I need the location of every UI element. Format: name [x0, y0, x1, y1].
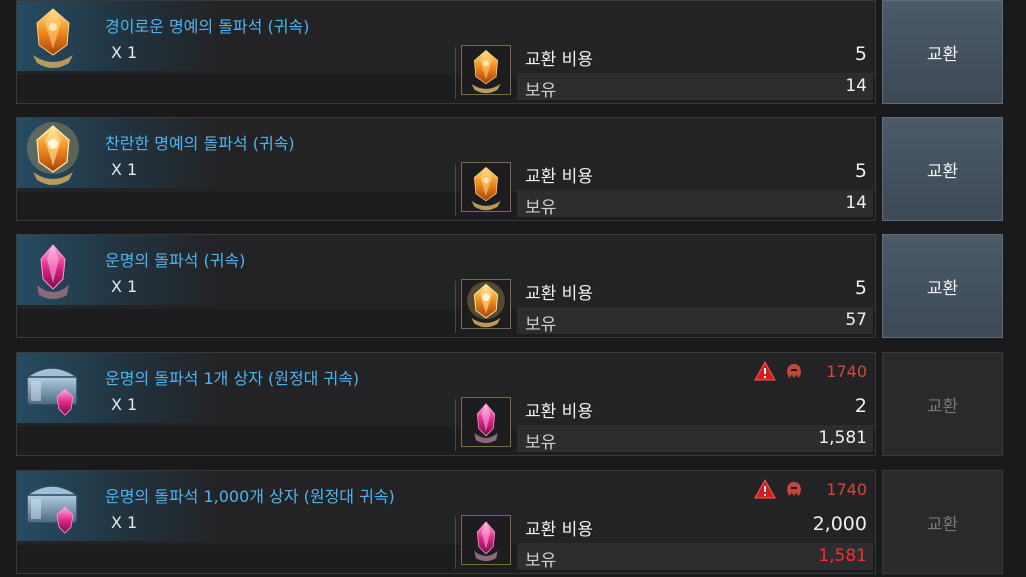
requirement: 1740 — [754, 479, 867, 499]
item-level-requirement: 1740 — [826, 479, 867, 499]
item-quantity: X 1 — [111, 277, 138, 296]
cost-label: 교환 비용 — [525, 402, 593, 422]
item-quantity: X 1 — [111, 513, 138, 532]
exchange-button[interactable]: 교환 — [882, 352, 1003, 456]
item-level-requirement: 1740 — [826, 361, 867, 381]
owned-label: 보유 — [525, 551, 557, 571]
divider — [455, 281, 456, 333]
chest-destiny-stone-icon — [23, 473, 83, 539]
item-name: 운명의 돌파석 1개 상자 (원정대 귀속) — [105, 369, 360, 388]
cost-value: 5 — [854, 277, 867, 299]
cost-value: 5 — [854, 160, 867, 182]
radiant-honor-stone-icon — [23, 120, 83, 186]
exchange-row: 운명의 돌파석 (귀속) X 1 교환 비용 5 보유 57 — [16, 234, 876, 338]
cost-value: 2 — [854, 395, 867, 417]
radiant-honor-stone-icon — [462, 280, 510, 328]
item-name: 운명의 돌파석 (귀속) — [105, 251, 246, 270]
owned-value: 1,581 — [818, 428, 867, 448]
owned-value: 14 — [845, 193, 867, 213]
helmet-icon — [787, 482, 802, 496]
helmet-icon — [787, 364, 802, 378]
owned-value: 1,581 — [818, 546, 867, 566]
chest-destiny-stone-icon — [23, 355, 83, 421]
owned-label: 보유 — [525, 315, 557, 335]
owned-band — [517, 307, 873, 334]
owned-band — [517, 73, 873, 100]
divider — [455, 399, 456, 451]
cost-value: 5 — [854, 43, 867, 65]
exchange-row: 경이로운 명예의 돌파석 (귀속) X 1 교환 비용 5 보유 14 — [16, 0, 876, 104]
item-quantity: X 1 — [111, 395, 138, 414]
owned-label: 보유 — [525, 433, 557, 453]
cost-label: 교환 비용 — [525, 167, 593, 187]
item-quantity: X 1 — [111, 160, 138, 179]
warning-icon — [754, 479, 777, 499]
owned-value: 57 — [845, 310, 867, 330]
owned-label: 보유 — [525, 81, 557, 101]
warning-icon — [754, 361, 777, 381]
cost-label: 교환 비용 — [525, 520, 593, 540]
exchange-button[interactable]: 교환 — [882, 117, 1003, 221]
orange-honor-stone-icon — [462, 163, 510, 211]
pink-destiny-stone-icon — [23, 237, 83, 303]
requirement: 1740 — [754, 361, 867, 381]
item-name: 경이로운 명예의 돌파석 (귀속) — [105, 17, 310, 36]
cost-label: 교환 비용 — [525, 50, 593, 70]
pink-destiny-stone-icon — [462, 516, 510, 564]
divider — [455, 164, 456, 216]
exchange-button[interactable]: 교환 — [882, 234, 1003, 338]
cost-item-slot — [461, 515, 511, 565]
divider — [455, 517, 456, 569]
owned-band — [517, 190, 873, 217]
item-name: 찬란한 명예의 돌파석 (귀속) — [105, 134, 295, 153]
exchange-row: 운명의 돌파석 1개 상자 (원정대 귀속) X 1 1740 교환 비용 2 … — [16, 352, 876, 456]
orange-honor-stone-icon — [462, 46, 510, 94]
exchange-row: 찬란한 명예의 돌파석 (귀속) X 1 교환 비용 5 보유 14 — [16, 117, 876, 221]
cost-item-slot — [461, 279, 511, 329]
item-quantity: X 1 — [111, 43, 138, 62]
exchange-button[interactable]: 교환 — [882, 0, 1003, 104]
orange-honor-stone-icon — [23, 3, 83, 69]
exchange-button[interactable]: 교환 — [882, 470, 1003, 574]
owned-value: 14 — [845, 76, 867, 96]
divider — [455, 47, 456, 99]
pink-destiny-stone-icon — [462, 398, 510, 446]
cost-label: 교환 비용 — [525, 284, 593, 304]
cost-item-slot — [461, 162, 511, 212]
cost-item-slot — [461, 397, 511, 447]
owned-label: 보유 — [525, 198, 557, 218]
exchange-row: 운명의 돌파석 1,000개 상자 (원정대 귀속) X 1 1740 교환 비… — [16, 470, 876, 574]
cost-value: 2,000 — [812, 513, 867, 535]
item-name: 운명의 돌파석 1,000개 상자 (원정대 귀속) — [105, 487, 395, 506]
cost-item-slot — [461, 45, 511, 95]
